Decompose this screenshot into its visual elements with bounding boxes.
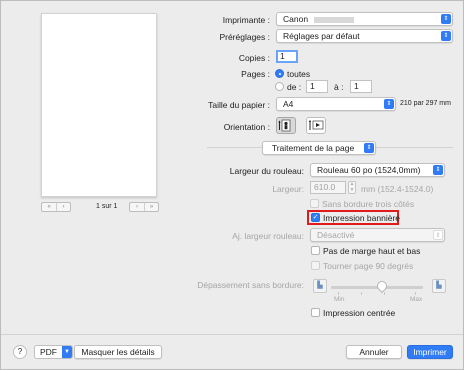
min-overflow-icon: ▙ [313, 279, 327, 293]
slider-tick [384, 292, 385, 295]
width-unit-range: mm (152.4-1524.0) [361, 184, 434, 194]
pages-all-radio[interactable] [275, 69, 284, 78]
roll-width-select[interactable]: Rouleau 60 po (1524,0mm) ⇕ [310, 163, 445, 177]
chevron-updown-icon: ⇕ [433, 165, 443, 175]
printer-name-redacted [314, 16, 355, 23]
print-button[interactable]: Imprimer [407, 345, 453, 359]
printer-select[interactable]: Canon ⇕ [276, 12, 453, 26]
centered-print-checkbox[interactable] [311, 308, 320, 317]
presets-label: Préréglages : [219, 32, 270, 42]
slider-tick [415, 292, 416, 295]
next-page-button[interactable]: › [130, 203, 144, 211]
paper-dimensions: 210 par 297 mm [400, 100, 451, 107]
chevron-updown-icon: ⇕ [441, 31, 451, 41]
pages-range-radio[interactable] [275, 82, 284, 91]
chevron-updown-icon: ⇕ [433, 230, 443, 240]
pdf-menu-button[interactable]: PDF ▼ [34, 345, 73, 359]
width-label: Largeur: [272, 184, 304, 194]
no-border-three-sides-label: Sans bordure trois côtés [322, 199, 415, 209]
roll-width-value: Rouleau 60 po (1524,0mm) [317, 165, 421, 175]
section-value: Traitement de la page [271, 143, 355, 153]
no-top-bottom-margin-checkbox[interactable] [311, 246, 320, 255]
copies-label: Copies : [238, 53, 270, 63]
adjust-roll-width-select[interactable]: Désactivé ⇕ [310, 228, 445, 242]
pages-all-label: toutes [287, 69, 311, 79]
paper-size-value: A4 [283, 99, 294, 109]
hide-details-button[interactable]: Masquer les détails [74, 345, 162, 359]
borderless-overflow-label: Dépassement sans bordure: [197, 280, 304, 290]
page-preview [41, 13, 157, 197]
no-top-bottom-margin-label: Pas de marge haut et bas [323, 246, 421, 256]
presets-select[interactable]: Réglages par défaut ⇕ [276, 29, 453, 43]
orientation-label: Orientation : [223, 122, 270, 132]
width-stepper[interactable]: ▲ ▼ [348, 181, 356, 194]
centered-print-label: Impression centrée [323, 308, 396, 318]
copies-field[interactable]: 1 [276, 50, 298, 63]
adjust-roll-width-value: Désactivé [317, 230, 355, 240]
section-select[interactable]: Traitement de la page ⇕ [262, 141, 376, 155]
slider-min-label: Min [334, 296, 345, 303]
pages-from-field[interactable]: 1 [306, 80, 328, 93]
printer-label: Imprimante : [222, 15, 270, 25]
pages-to-label: à : [334, 82, 344, 92]
portrait-icon [278, 119, 291, 132]
chevron-updown-icon: ⇕ [384, 99, 394, 109]
max-overflow-icon: ▙ [432, 279, 446, 293]
roll-width-label: Largeur du rouleau: [229, 166, 304, 176]
cancel-button[interactable]: Annuler [346, 345, 402, 359]
pdf-label: PDF [40, 347, 57, 357]
portrait-button[interactable] [276, 117, 296, 134]
pages-from-label: de : [287, 82, 302, 92]
first-page-button[interactable]: « [42, 203, 56, 211]
banner-print-checkbox[interactable]: ✓ [311, 213, 320, 222]
rotate-page-label: Tourner page 90 degrés [323, 261, 414, 271]
adjust-roll-width-label: Aj. largeur rouleau: [232, 231, 304, 241]
chevron-updown-icon: ⇕ [441, 14, 451, 24]
slider-max-label: Max [410, 296, 423, 303]
presets-value: Réglages par défaut [283, 31, 360, 41]
print-dialog: « ‹ 1 sur 1 › » Imprimante : Canon ⇕ Pré… [0, 0, 464, 370]
no-border-three-sides-checkbox[interactable] [310, 199, 319, 208]
landscape-icon [308, 120, 324, 130]
overflow-slider-knob[interactable] [374, 278, 389, 294]
landscape-button[interactable] [306, 117, 326, 134]
previous-page-button[interactable]: ‹ [56, 203, 70, 211]
footer-divider [1, 334, 463, 335]
chevron-down-icon: ▼ [62, 346, 72, 358]
banner-print-label: Impression bannière [323, 213, 401, 223]
printer-value: Canon [283, 14, 309, 24]
width-field[interactable]: 610.0 [310, 181, 346, 194]
chevron-updown-icon: ⇕ [364, 143, 374, 153]
rotate-page-checkbox[interactable] [311, 261, 320, 270]
pages-to-field[interactable]: 1 [350, 80, 372, 93]
slider-tick [338, 292, 339, 295]
help-button[interactable]: ? [13, 345, 27, 359]
pages-label: Pages : [241, 69, 270, 79]
paper-size-label: Taille du papier : [208, 100, 270, 110]
page-counter: 1 sur 1 [96, 203, 118, 210]
slider-tick [361, 292, 362, 295]
last-page-button[interactable]: » [144, 203, 158, 211]
paper-size-select[interactable]: A4 ⇕ [276, 97, 396, 111]
preview-nav-forward: › » [129, 202, 159, 212]
preview-nav-back: « ‹ [41, 202, 71, 212]
